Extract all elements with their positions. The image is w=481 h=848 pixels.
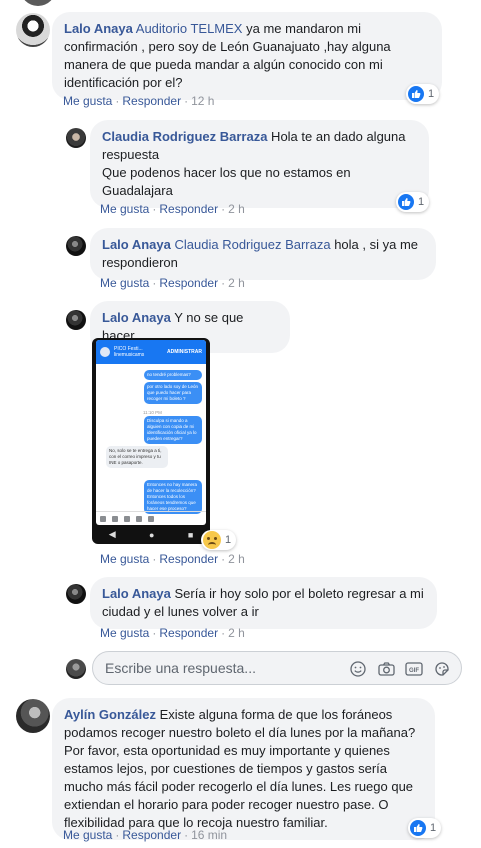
reaction-count: 1 — [418, 196, 425, 208]
comment-bubble: Claudia Rodriguez Barraza Hola te an dad… — [90, 120, 429, 208]
reply-link[interactable]: Responder — [159, 626, 218, 640]
like-link[interactable]: Me gusta — [100, 552, 149, 566]
comment-text: Existe alguna forma de que los foráneos … — [64, 707, 416, 830]
comment-text-line2: Que podenos hacer los que no estamos en … — [102, 165, 351, 198]
comment-time[interactable]: 2 h — [228, 276, 245, 290]
comment-actions: Me gusta · Responder · 2 h — [100, 202, 245, 216]
sticker-icon[interactable] — [433, 660, 451, 678]
comment-time[interactable]: 2 h — [228, 202, 245, 216]
screenshot-message: Disculpa si mando a alguien con copia de… — [144, 416, 202, 444]
avatar[interactable] — [66, 584, 86, 604]
avatar[interactable] — [16, 13, 50, 47]
svg-text:GIF: GIF — [409, 668, 419, 674]
screenshot-message: no tendré problemas? — [144, 370, 202, 380]
reaction-count-badge[interactable]: 1 — [406, 84, 440, 104]
avatar[interactable] — [66, 310, 86, 330]
comment-time[interactable]: 2 h — [228, 552, 245, 566]
comment-time[interactable]: 2 h — [228, 626, 245, 640]
comment-time[interactable]: 16 min — [191, 828, 227, 842]
emoji-icon[interactable] — [349, 660, 367, 678]
page-avatar — [100, 347, 110, 357]
comment-author[interactable]: Aylín González — [64, 707, 156, 722]
reaction-count: 1 — [225, 534, 232, 546]
comment-bubble: Lalo Anaya Auditorio TELMEX ya me mandar… — [52, 12, 442, 100]
attached-screenshot[interactable]: PICO Festi... linemusicams ADMINISTRAR n… — [92, 338, 210, 544]
comment-actions: Me gusta · Responder · 16 min — [63, 828, 228, 842]
screenshot-message: por otro lado soy de León que puedo hace… — [144, 382, 202, 404]
like-link[interactable]: Me gusta — [63, 828, 112, 842]
sad-icon — [203, 531, 221, 549]
comment-bubble: Lalo Anaya Sería ir hoy solo por el bole… — [90, 577, 437, 629]
comment-bubble: Aylín González Existe alguna forma de qu… — [52, 698, 435, 840]
avatar[interactable] — [16, 699, 50, 733]
reply-composer[interactable]: GIF — [92, 651, 462, 685]
avatar[interactable] — [66, 236, 86, 256]
comment-actions: Me gusta · Responder · 2 h — [100, 552, 245, 566]
reaction-count-badge[interactable]: 1 — [408, 818, 442, 838]
comment-actions: Me gusta · Responder · 12 h — [63, 94, 215, 108]
avatar — [20, 0, 56, 6]
comment-bubble: Lalo Anaya Claudia Rodriguez Barraza hol… — [90, 228, 436, 280]
screenshot-input-bar — [96, 511, 206, 525]
like-icon — [408, 86, 424, 102]
comment-author[interactable]: Lalo Anaya — [102, 310, 171, 325]
comment-mention[interactable]: Auditorio TELMEX — [136, 21, 243, 36]
current-user-avatar — [66, 659, 86, 679]
comment-time[interactable]: 12 h — [191, 94, 214, 108]
screenshot-header-right: ADMINISTRAR — [167, 349, 202, 355]
comment-author[interactable]: Lalo Anaya — [102, 586, 171, 601]
comment-mention[interactable]: Claudia Rodriguez Barraza — [175, 237, 331, 252]
like-link[interactable]: Me gusta — [100, 202, 149, 216]
comment-author[interactable]: Claudia Rodriguez Barraza — [102, 129, 267, 144]
avatar[interactable] — [66, 128, 86, 148]
reply-link[interactable]: Responder — [159, 552, 218, 566]
camera-icon[interactable] — [377, 660, 395, 678]
screenshot-message: No, solo se te entrega a ti, con el corr… — [106, 446, 168, 468]
previous-comment-fragment — [0, 0, 481, 8]
reply-link[interactable]: Responder — [122, 94, 181, 108]
reply-link[interactable]: Responder — [122, 828, 181, 842]
comment-actions: Me gusta · Responder · 2 h — [100, 276, 245, 290]
comment-author[interactable]: Lalo Anaya — [64, 21, 133, 36]
reaction-count: 1 — [430, 822, 437, 834]
screenshot-screen: PICO Festi... linemusicams ADMINISTRAR n… — [96, 340, 206, 525]
like-link[interactable]: Me gusta — [63, 94, 112, 108]
reply-input[interactable] — [105, 659, 305, 677]
comment-author[interactable]: Lalo Anaya — [102, 237, 171, 252]
screenshot-nav-bar: ◀ ● ■ — [108, 529, 194, 540]
gif-icon[interactable]: GIF — [405, 660, 423, 678]
screenshot-messages: no tendré problemas? por otro lado soy d… — [96, 364, 206, 514]
screenshot-header: PICO Festi... linemusicams ADMINISTRAR — [96, 340, 206, 364]
screenshot-header-name: PICO Festi... linemusicams — [114, 346, 145, 358]
reaction-count: 1 — [428, 88, 435, 100]
like-icon — [398, 194, 414, 210]
like-icon — [410, 820, 426, 836]
reply-link[interactable]: Responder — [159, 276, 218, 290]
reaction-count-badge[interactable]: 1 — [396, 192, 430, 212]
screenshot-message: Entonces no hay manera de hacer la recol… — [144, 480, 202, 514]
comment-actions: Me gusta · Responder · 2 h — [100, 626, 245, 640]
like-link[interactable]: Me gusta — [100, 626, 149, 640]
like-link[interactable]: Me gusta — [100, 276, 149, 290]
reply-link[interactable]: Responder — [159, 202, 218, 216]
reaction-count-badge[interactable]: 1 — [201, 530, 237, 550]
